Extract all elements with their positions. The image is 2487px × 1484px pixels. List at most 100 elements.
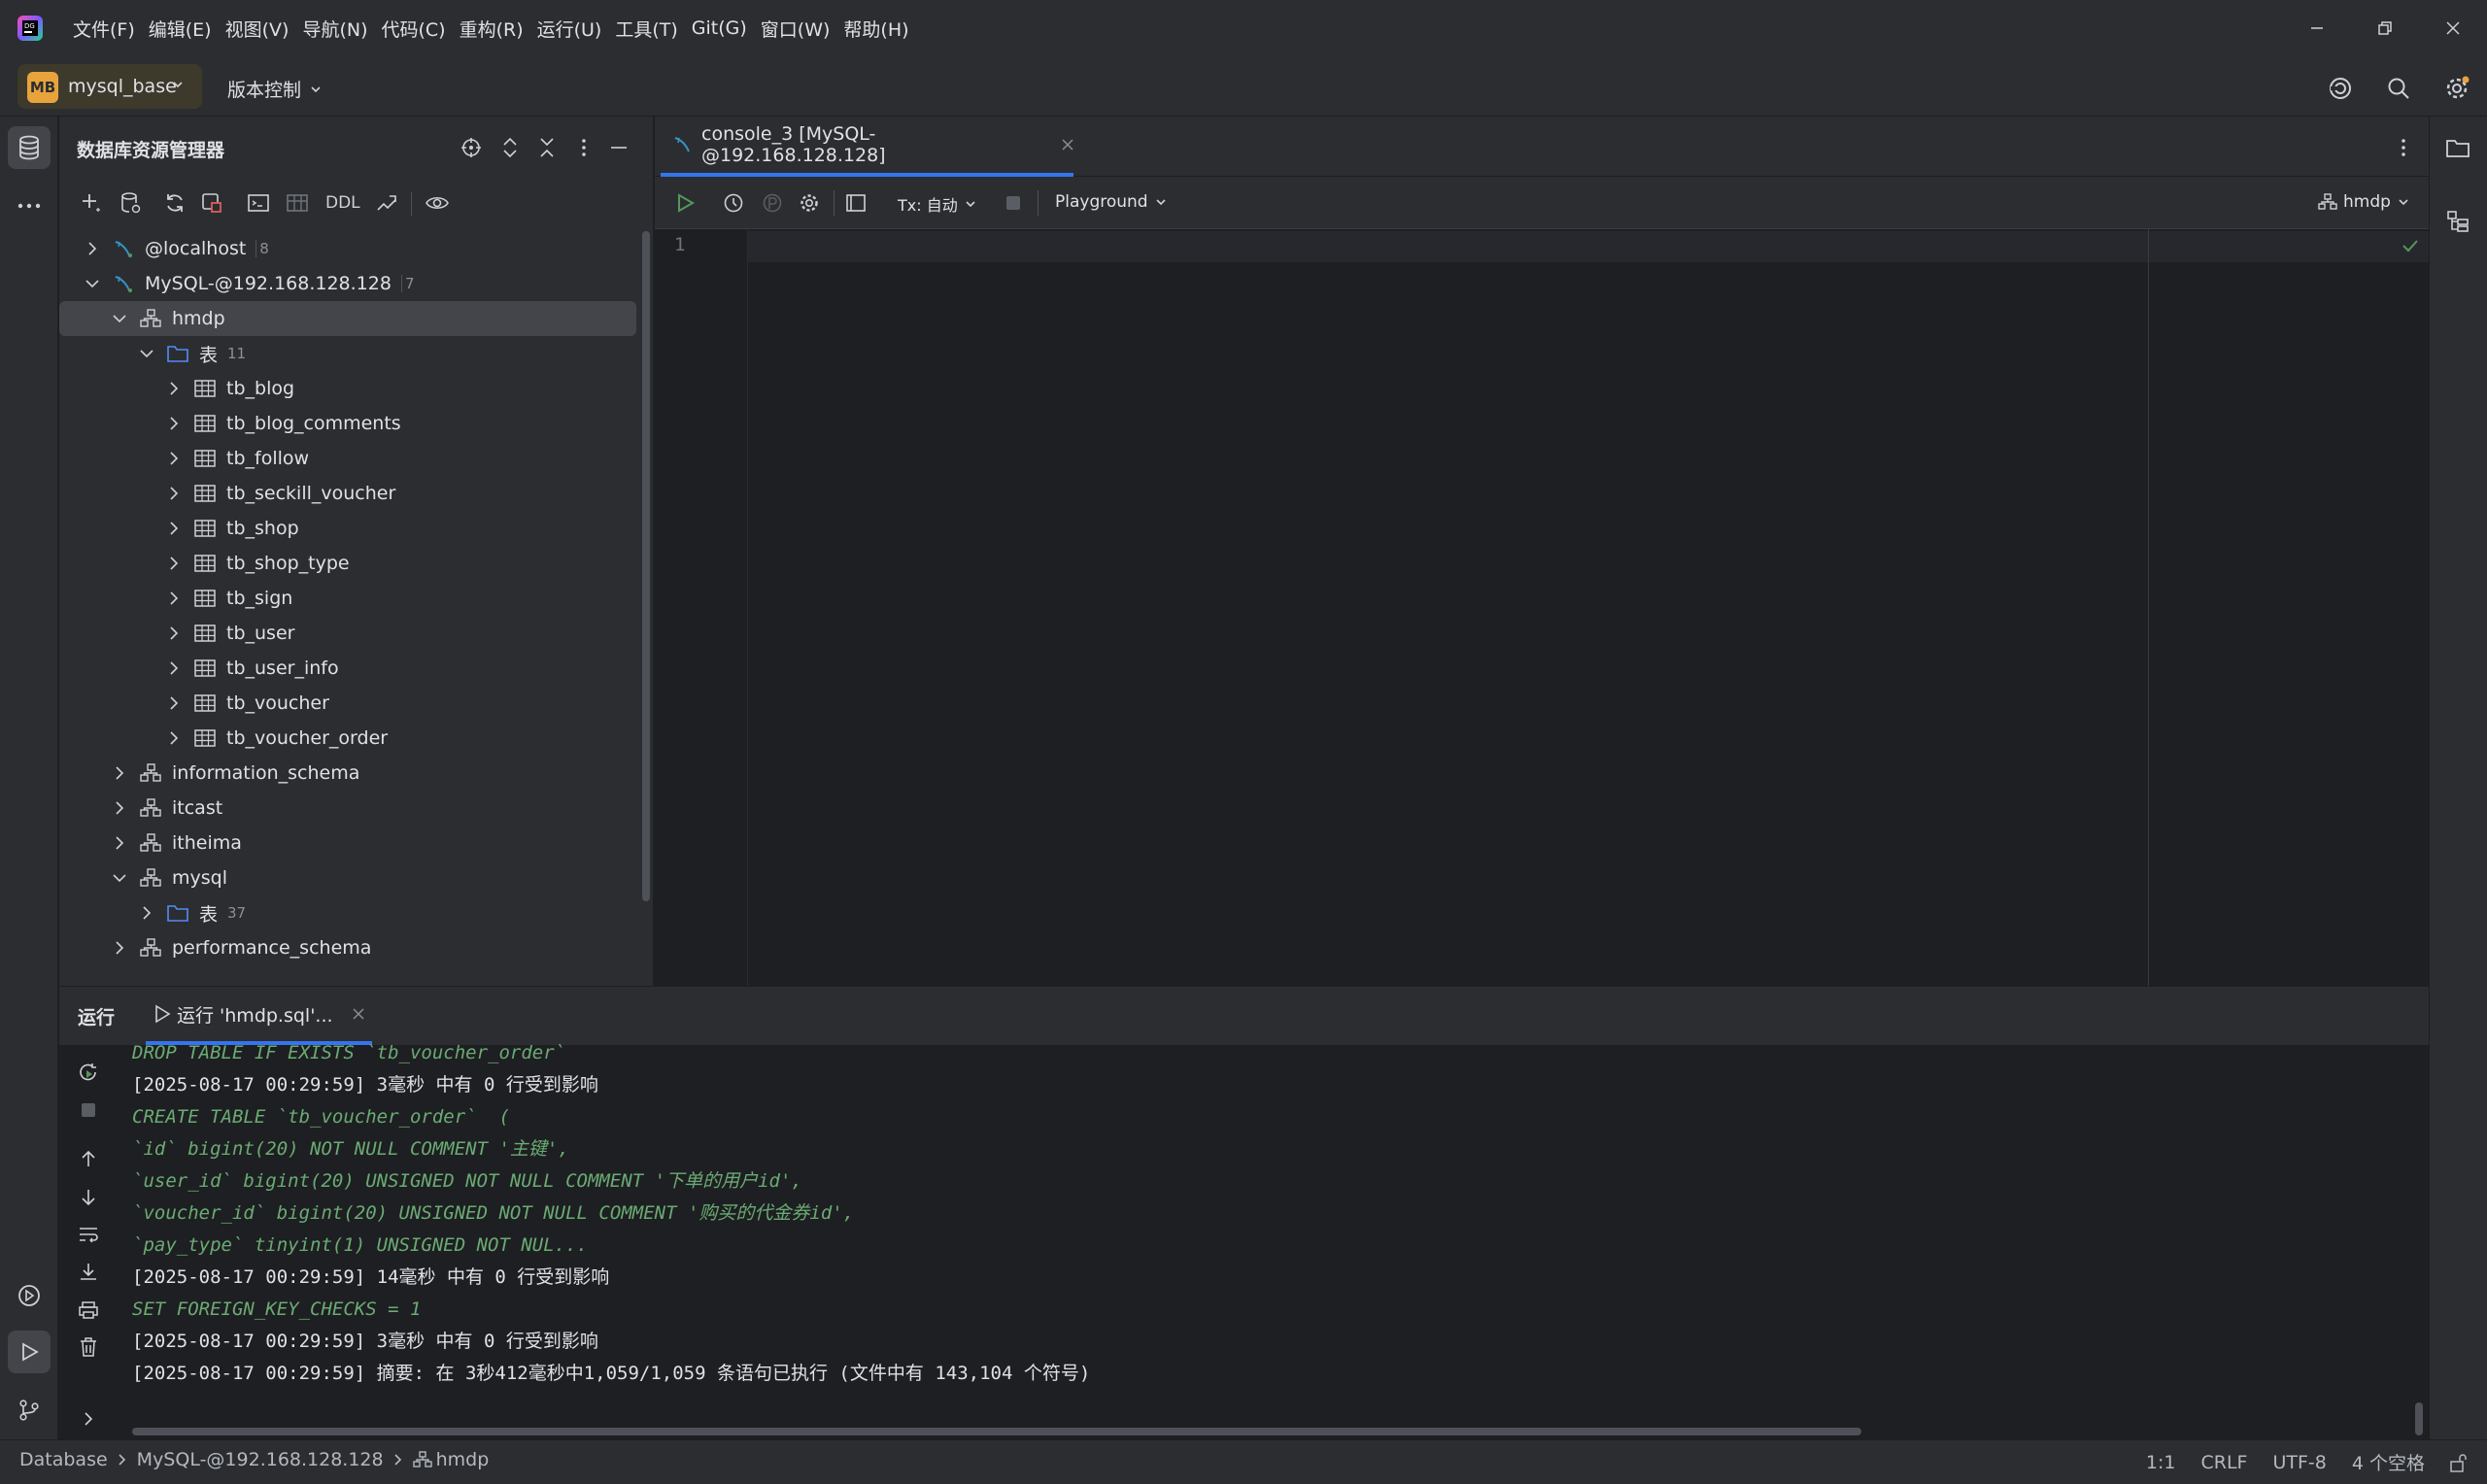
table-view-icon[interactable] xyxy=(283,188,312,218)
chevron-right-icon[interactable] xyxy=(110,798,129,818)
chevron-right-icon[interactable] xyxy=(137,903,156,923)
chevron-right-icon[interactable] xyxy=(164,484,184,503)
view-options-icon[interactable] xyxy=(421,188,454,218)
soft-wrap-icon[interactable] xyxy=(74,1220,103,1249)
chevron-right-icon[interactable] xyxy=(83,239,102,258)
schema-selector[interactable]: hmdp xyxy=(2318,192,2410,212)
app-logo-icon[interactable]: DG xyxy=(16,14,45,43)
rerun-icon[interactable] xyxy=(74,1059,103,1088)
editor-tab[interactable]: console_3 [MySQL-@192.168.128.128] xyxy=(661,117,1073,177)
expand-all-icon[interactable] xyxy=(496,134,524,161)
settings-gear-icon[interactable] xyxy=(2442,74,2471,103)
chevron-down-icon[interactable] xyxy=(83,274,102,293)
tree-item-datasource[interactable]: @localhost 8 xyxy=(83,231,269,266)
disconnect-icon[interactable] xyxy=(197,188,226,218)
chevron-right-icon[interactable] xyxy=(110,833,129,853)
tree-item-table[interactable]: tb_shop xyxy=(164,511,299,546)
playground-dropdown[interactable]: Playground xyxy=(1055,192,1168,212)
tree-item-schema[interactable]: hmdp xyxy=(59,301,636,336)
chevron-right-icon[interactable] xyxy=(164,379,184,398)
chevron-right-icon[interactable] xyxy=(164,658,184,678)
tree-item-table[interactable]: tb_user_info xyxy=(164,651,339,686)
output-pane-icon[interactable] xyxy=(841,188,870,218)
menu-item[interactable]: 窗口(W) xyxy=(758,16,841,42)
code-editor[interactable] xyxy=(750,231,2421,979)
console-horizontal-scrollbar[interactable] xyxy=(132,1428,1861,1435)
transaction-mode-dropdown[interactable]: Tx: 自动 xyxy=(898,192,977,216)
tree-item-schema[interactable]: information_schema xyxy=(110,756,359,791)
trash-icon[interactable] xyxy=(74,1332,103,1362)
settings-icon[interactable] xyxy=(795,188,824,218)
tree-item-schema[interactable]: performance_schema xyxy=(110,930,371,965)
menu-item[interactable]: 编辑(E) xyxy=(146,16,222,42)
more-tools-icon[interactable] xyxy=(8,185,51,227)
services-icon[interactable] xyxy=(8,1274,51,1317)
chevron-down-icon[interactable] xyxy=(137,344,156,363)
tree-item-folder[interactable]: 表 37 xyxy=(137,895,246,930)
kebab-menu-icon[interactable] xyxy=(570,134,597,161)
menu-item[interactable]: 代码(C) xyxy=(378,16,456,42)
structure-icon[interactable] xyxy=(2436,200,2479,243)
tree-item-table[interactable]: tb_seckill_voucher xyxy=(164,476,395,511)
execute-run-icon[interactable] xyxy=(670,188,699,218)
menu-item[interactable]: 运行(U) xyxy=(534,16,613,42)
git-icon[interactable] xyxy=(8,1389,51,1432)
hide-panel-icon[interactable] xyxy=(605,134,632,161)
close-icon[interactable] xyxy=(2419,0,2487,56)
vcs-menu[interactable]: 版本控制 xyxy=(227,76,323,102)
chevron-down-icon[interactable] xyxy=(110,868,129,888)
chevron-right-icon[interactable] xyxy=(110,938,129,958)
ddl-button[interactable]: DDL xyxy=(325,193,360,213)
chevron-right-icon[interactable] xyxy=(164,728,184,748)
tree-item-schema[interactable]: mysql xyxy=(110,860,227,895)
menu-item[interactable]: Git(G) xyxy=(689,17,758,39)
arrow-down-icon[interactable] xyxy=(74,1183,103,1212)
editor-tab-menu-icon[interactable] xyxy=(2390,134,2417,161)
breadcrumb-item[interactable]: Database xyxy=(19,1449,108,1470)
stop-icon[interactable] xyxy=(74,1096,103,1125)
add-icon[interactable] xyxy=(77,188,106,218)
tree-item-schema[interactable]: itheima xyxy=(110,826,242,860)
console-vertical-scrollbar[interactable] xyxy=(2415,1402,2423,1435)
stop-icon[interactable] xyxy=(1001,190,1026,216)
chevron-right-icon[interactable] xyxy=(164,589,184,608)
query-console-icon[interactable] xyxy=(244,188,273,218)
tree-item-datasource[interactable]: MySQL-@192.168.128.128 7 xyxy=(83,266,415,301)
breadcrumb-item[interactable]: MySQL-@192.168.128.128 xyxy=(137,1449,384,1470)
tree-item-table[interactable]: tb_sign xyxy=(164,581,292,616)
chevron-right-icon[interactable] xyxy=(74,1406,103,1432)
close-tab-icon[interactable] xyxy=(1062,139,1073,151)
tree-item-table[interactable]: tb_shop_type xyxy=(164,546,350,581)
folder-icon[interactable] xyxy=(2436,126,2479,169)
collapse-all-icon[interactable] xyxy=(533,134,561,161)
indent-setting[interactable]: 4 个空格 xyxy=(2352,1449,2425,1475)
menu-item[interactable]: 帮助(H) xyxy=(840,16,919,42)
jump-to-icon[interactable] xyxy=(372,188,401,218)
tree-scrollbar[interactable] xyxy=(642,231,650,901)
tree-item-table[interactable]: tb_blog_comments xyxy=(164,406,401,441)
tree-item-folder[interactable]: 表 11 xyxy=(137,336,246,371)
refresh-icon[interactable] xyxy=(160,188,189,218)
arrow-up-icon[interactable] xyxy=(74,1144,103,1173)
search-icon[interactable] xyxy=(2384,74,2413,103)
file-encoding[interactable]: UTF-8 xyxy=(2272,1452,2326,1473)
chevron-right-icon[interactable] xyxy=(110,763,129,783)
breadcrumb-item[interactable]: hmdp xyxy=(436,1449,490,1470)
cursor-position[interactable]: 1:1 xyxy=(2146,1452,2176,1473)
explain-plan-icon[interactable] xyxy=(758,188,787,218)
restore-icon[interactable] xyxy=(2351,0,2419,56)
chevron-right-icon[interactable] xyxy=(164,519,184,538)
lock-open-icon[interactable] xyxy=(2450,1453,2468,1472)
menu-item[interactable]: 工具(T) xyxy=(612,16,688,42)
chevron-down-icon[interactable] xyxy=(110,309,129,328)
menu-item[interactable]: 文件(F) xyxy=(70,16,146,42)
menu-item[interactable]: 重构(R) xyxy=(457,16,534,42)
print-icon[interactable] xyxy=(74,1296,103,1325)
tree-item-table[interactable]: tb_voucher xyxy=(164,686,329,721)
run-tab[interactable]: 运行 'hmdp.sql'... xyxy=(146,987,372,1045)
close-tab-icon[interactable] xyxy=(353,1008,364,1020)
scroll-to-end-icon[interactable] xyxy=(74,1257,103,1286)
database-icon[interactable] xyxy=(8,126,51,169)
history-icon[interactable] xyxy=(719,188,748,218)
chevron-right-icon[interactable] xyxy=(164,693,184,713)
